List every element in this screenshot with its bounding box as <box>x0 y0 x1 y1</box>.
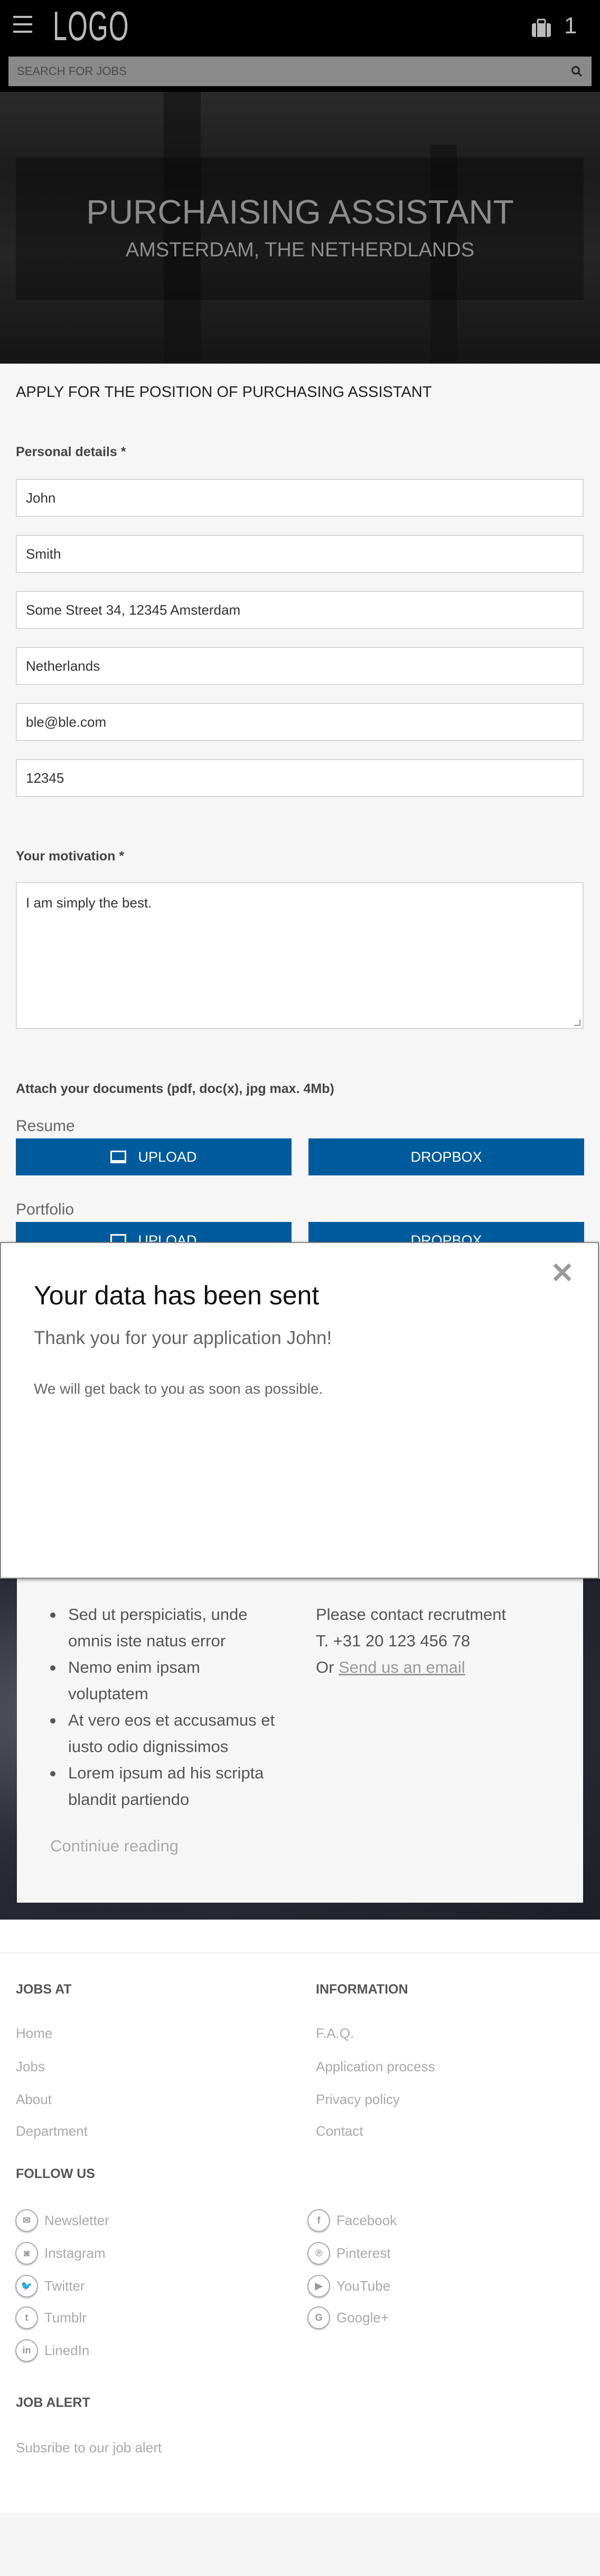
continue-reading-link[interactable]: Continiue reading <box>50 1837 179 1856</box>
motivation-text: I am simply the best. <box>26 895 152 911</box>
form-heading: APPLY FOR THE POSITION OF PURCHASING ASS… <box>16 384 432 401</box>
social-label: Tumblr <box>44 2310 87 2325</box>
confirmation-modal: ✕ Your data has been sent Thank you for … <box>0 1242 599 1579</box>
attach-label: Attach your documents (pdf, doc(x), jpg … <box>16 1081 334 1096</box>
footer-link-contact[interactable]: Contact <box>316 2123 363 2139</box>
last-name-input[interactable]: Smith <box>16 535 584 573</box>
footer-link-about[interactable]: About <box>16 2091 52 2108</box>
saved-jobs-count[interactable]: 1 <box>564 13 577 39</box>
social-twitter[interactable]: 🐦 Twitter <box>15 2275 85 2297</box>
footer-link-department[interactable]: Department <box>16 2123 88 2139</box>
footer-divider <box>0 1952 600 1953</box>
footer-link-jobs[interactable]: Jobs <box>16 2059 45 2075</box>
footer-link-privacy[interactable]: Privacy policy <box>316 2091 400 2108</box>
twitter-icon: 🐦 <box>15 2275 38 2297</box>
social-label: Newsletter <box>44 2212 109 2228</box>
job-location: AMSTERDAM, THE NETHERDLANDS <box>125 239 475 261</box>
social-label: LinedIn <box>44 2342 90 2358</box>
or-text: Or <box>316 1658 334 1676</box>
follow-us-heading: FOLLOW US <box>16 2166 95 2181</box>
personal-details-label: Personal details * <box>16 444 126 459</box>
briefcase-icon[interactable] <box>531 18 552 38</box>
search-input[interactable]: SEARCH FOR JOBS <box>17 64 570 78</box>
list-item: Sed ut perspiciatis, unde omnis iste nat… <box>50 1601 283 1654</box>
email-input[interactable]: ble@ble.com <box>16 703 584 741</box>
jobs-at-heading: JOBS AT <box>16 1982 72 1997</box>
social-newsletter[interactable]: ✉ Newsletter <box>15 2209 109 2232</box>
hero-banner: PURCHAISING ASSISTANT AMSTERDAM, THE NET… <box>0 92 600 364</box>
list-item: Nemo enim ipsam voluptatem <box>50 1654 283 1707</box>
social-label: Pinterest <box>336 2245 391 2261</box>
contact-line: Please contact recrutment <box>316 1605 507 1624</box>
job-requirements-list: Sed ut perspiciatis, unde omnis iste nat… <box>50 1601 283 1813</box>
footer-link-application-process[interactable]: Application process <box>316 2059 435 2075</box>
youtube-icon: ▶ <box>307 2275 330 2297</box>
social-instagram[interactable]: ◙ Instagram <box>15 2242 106 2265</box>
contact-info: Please contact recrutment T. +31 20 123 … <box>316 1601 506 1681</box>
motivation-label: Your motivation * <box>16 849 125 864</box>
google-plus-icon: G <box>307 2306 330 2329</box>
social-label: Facebook <box>336 2212 397 2228</box>
close-icon[interactable]: ✕ <box>550 1259 574 1287</box>
resize-handle-icon[interactable] <box>574 1020 580 1026</box>
pinterest-icon: ℗ <box>307 2242 330 2265</box>
email-link[interactable]: Send us an email <box>339 1658 465 1676</box>
modal-title: Your data has been sent <box>34 1281 320 1310</box>
modal-thanks: Thank you for your application John! <box>34 1328 332 1348</box>
address-input[interactable]: Some Street 34, 12345 Amsterdam <box>16 591 584 629</box>
dropbox-label: DROPBOX <box>410 1148 482 1165</box>
country-input[interactable]: Netherlands <box>16 647 584 685</box>
envelope-icon: ✉ <box>15 2209 38 2232</box>
job-alert-link[interactable]: Subsribe to our job alert <box>16 2440 162 2456</box>
upload-label: UPLOAD <box>138 1148 197 1165</box>
logo[interactable]: LOGO <box>53 2 129 50</box>
instagram-icon: ◙ <box>15 2242 38 2265</box>
resume-dropbox-button[interactable]: DROPBOX <box>308 1138 584 1175</box>
social-youtube[interactable]: ▶ YouTube <box>307 2275 390 2297</box>
social-label: YouTube <box>336 2278 391 2294</box>
resume-upload-button[interactable]: UPLOAD <box>16 1138 292 1175</box>
social-pinterest[interactable]: ℗ Pinterest <box>307 2242 391 2265</box>
job-alert-heading: JOB ALERT <box>16 2395 90 2410</box>
footer-link-faq[interactable]: F.A.Q. <box>316 2025 354 2042</box>
social-google-plus[interactable]: G Google+ <box>307 2306 389 2329</box>
social-linkedin[interactable]: in LinedIn <box>15 2339 89 2362</box>
job-title: PURCHAISING ASSISTANT <box>86 193 514 231</box>
site-header: LOGO 1 SEARCH FOR JOBS <box>0 0 600 92</box>
search-bar[interactable]: SEARCH FOR JOBS <box>8 57 592 86</box>
social-tumblr[interactable]: t Tumblr <box>15 2306 87 2329</box>
portfolio-label: Portfolio <box>16 1201 74 1218</box>
first-name-input[interactable]: John <box>16 479 584 517</box>
linkedin-icon: in <box>15 2339 38 2362</box>
phone-input[interactable]: 12345 <box>16 759 584 797</box>
modal-message: We will get back to you as soon as possi… <box>34 1380 323 1397</box>
hamburger-menu-icon[interactable] <box>13 16 32 33</box>
tumblr-icon: t <box>15 2306 38 2329</box>
resume-label: Resume <box>16 1117 75 1135</box>
page-bottom <box>0 2513 600 2576</box>
search-icon[interactable] <box>570 65 583 78</box>
facebook-icon: f <box>307 2209 330 2232</box>
list-item: Lorem ipsum ad his scripta blandit parti… <box>50 1760 283 1813</box>
social-label: Instagram <box>44 2245 106 2261</box>
motivation-textarea[interactable]: I am simply the best. <box>16 882 584 1029</box>
social-facebook[interactable]: f Facebook <box>307 2209 397 2232</box>
list-item: At vero eos et accusamus et iusto odio d… <box>50 1707 283 1760</box>
social-label: Twitter <box>44 2278 85 2294</box>
contact-phone: T. +31 20 123 456 78 <box>316 1632 471 1650</box>
social-label: Google+ <box>336 2310 389 2325</box>
information-heading: INFORMATION <box>316 1982 408 1997</box>
footer-link-home[interactable]: Home <box>16 2025 52 2042</box>
monitor-icon <box>110 1151 127 1163</box>
